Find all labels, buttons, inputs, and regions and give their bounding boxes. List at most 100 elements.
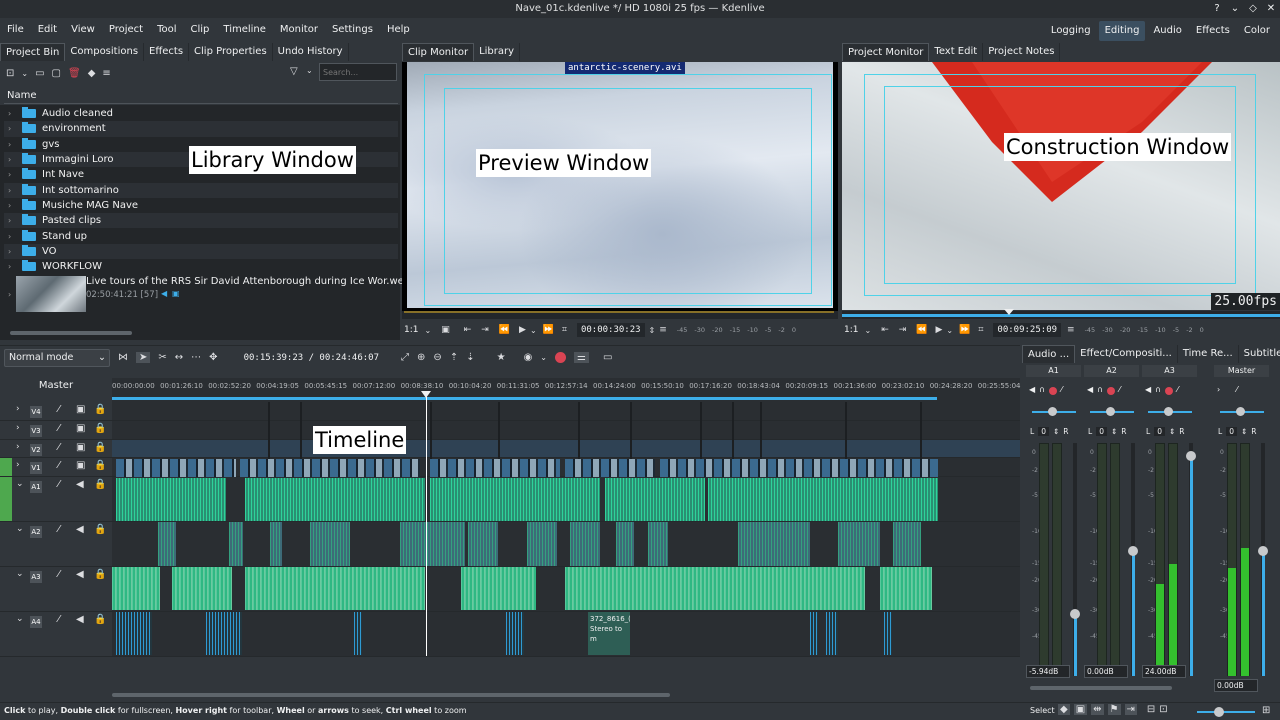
tab-time-remapping[interactable]: Time Re... bbox=[1178, 345, 1239, 363]
lock-icon[interactable]: 🔒 bbox=[94, 404, 106, 415]
bin-folder[interactable]: › WORKFLOW bbox=[4, 259, 398, 274]
menu-help[interactable]: Help bbox=[380, 19, 417, 41]
minimize-icon[interactable]: ⌄ bbox=[1226, 0, 1244, 18]
menu-view[interactable]: View bbox=[64, 19, 102, 41]
mute-icon[interactable]: ◀ bbox=[76, 614, 84, 625]
solo-icon[interactable]: ∩ bbox=[1155, 385, 1161, 395]
video-clip[interactable] bbox=[430, 459, 560, 477]
expand-icon[interactable]: › bbox=[8, 262, 11, 271]
video-edit-marker[interactable] bbox=[578, 402, 580, 459]
zone-icon[interactable]: ⌗ bbox=[978, 325, 983, 335]
expand-icon[interactable]: › bbox=[8, 232, 11, 241]
zoom-slider-handle[interactable] bbox=[1214, 707, 1224, 717]
expand-icon[interactable]: › bbox=[16, 404, 20, 414]
collapse-icon[interactable]: ⌄ bbox=[16, 569, 24, 579]
video-clip[interactable] bbox=[116, 459, 236, 477]
layout-logging[interactable]: Logging bbox=[1045, 21, 1097, 41]
effects-icon[interactable]: ⁄ bbox=[58, 569, 60, 580]
expand-icon[interactable]: › bbox=[8, 170, 11, 179]
tab-effect-composition[interactable]: Effect/Compositi... bbox=[1075, 345, 1178, 363]
lock-icon[interactable]: 🔒 bbox=[94, 614, 106, 625]
audio-clip[interactable] bbox=[468, 522, 498, 566]
lock-icon[interactable]: 🔒 bbox=[94, 479, 106, 490]
select-tool-icon[interactable]: ➤ bbox=[136, 352, 151, 363]
project-monitor-ruler[interactable] bbox=[842, 309, 1280, 319]
menu-icon[interactable]: ≡ bbox=[1067, 325, 1075, 335]
tab-clip-monitor[interactable]: Clip Monitor bbox=[402, 43, 475, 61]
playhead-marker[interactable] bbox=[421, 391, 431, 398]
menu-file[interactable]: File bbox=[0, 19, 31, 41]
audio-clip[interactable] bbox=[229, 522, 243, 566]
play-icon[interactable]: ▶ bbox=[936, 325, 943, 335]
audio-clip[interactable] bbox=[893, 522, 921, 566]
zoom-select[interactable]: 1:1 bbox=[404, 325, 418, 335]
video-edit-marker[interactable] bbox=[498, 402, 500, 459]
record-icon[interactable] bbox=[1107, 387, 1116, 395]
video-edit-marker[interactable] bbox=[845, 402, 847, 459]
audio-clip[interactable]: 372_8616_( Stereo to m bbox=[588, 612, 630, 655]
chevron-down-icon[interactable]: ⌄ bbox=[530, 326, 537, 335]
video-edit-marker[interactable] bbox=[760, 402, 762, 459]
audio-clip[interactable] bbox=[565, 567, 865, 610]
expand-icon[interactable]: › bbox=[1217, 385, 1220, 394]
bin-folder[interactable]: › Musiche MAG Nave bbox=[4, 198, 398, 213]
expand-icon[interactable]: › bbox=[8, 186, 11, 195]
zoom-fit-icon[interactable]: ⤢ bbox=[401, 352, 409, 363]
settings-icon[interactable]: ⁄ bbox=[1061, 385, 1062, 395]
video-edit-marker[interactable] bbox=[630, 402, 632, 459]
menu-project[interactable]: Project bbox=[102, 19, 150, 41]
timeline-ruler[interactable]: 00:00:00:00 00:01:26:10 00:02:52:20 00:04:1… bbox=[112, 378, 1021, 402]
chevron-down-icon[interactable]: ⌄ bbox=[306, 66, 313, 75]
layout-audio[interactable]: Audio bbox=[1147, 21, 1187, 41]
audio-clip[interactable] bbox=[616, 522, 634, 566]
spin-icon[interactable]: ⇕ bbox=[649, 326, 656, 335]
tab-text-edit[interactable]: Text Edit bbox=[929, 43, 984, 61]
menu-tool[interactable]: Tool bbox=[150, 19, 183, 41]
layout-editing[interactable]: Editing bbox=[1098, 21, 1146, 41]
razor-mode-icon[interactable]: ⋈ bbox=[118, 352, 128, 363]
pan-slider-handle[interactable] bbox=[1164, 407, 1173, 416]
lift-icon[interactable]: ⇡ bbox=[450, 352, 458, 363]
mute-icon[interactable]: ◀ bbox=[1087, 385, 1093, 395]
bin-folder[interactable]: › Int sottomarino bbox=[4, 182, 398, 198]
audio-clip[interactable] bbox=[116, 478, 226, 521]
bin-clip-item[interactable]: › Live tours of the RRS Sir David Attenb… bbox=[4, 274, 420, 314]
audio-clip[interactable] bbox=[172, 567, 232, 610]
mixer-icon[interactable]: ⚌ bbox=[574, 352, 589, 363]
chevron-down-icon[interactable]: ⌄ bbox=[21, 69, 28, 78]
folder-icon[interactable]: ▢ bbox=[52, 68, 61, 79]
audio-clip[interactable] bbox=[826, 612, 838, 655]
chevron-down-icon[interactable]: ⌄ bbox=[946, 326, 953, 335]
tab-project-bin[interactable]: Project Bin bbox=[0, 43, 66, 61]
help-icon[interactable]: ? bbox=[1208, 0, 1226, 18]
effects-icon[interactable]: ⁄ bbox=[58, 423, 60, 434]
bin-folder[interactable]: › VO bbox=[4, 243, 398, 259]
fit-icon[interactable]: ▣ bbox=[441, 325, 450, 335]
close-icon[interactable]: ✕ bbox=[1262, 0, 1280, 18]
effects-icon[interactable]: ⁄ bbox=[58, 524, 60, 535]
track-header[interactable]: ⌄ A1 ⁄ ◀ 🔒 bbox=[0, 477, 112, 522]
extract-icon[interactable]: ⇣ bbox=[466, 352, 474, 363]
solo-icon[interactable]: ∩ bbox=[1097, 385, 1103, 395]
track-header[interactable]: › V4 ⁄ ▣ 🔒 bbox=[0, 402, 112, 421]
audio-clip[interactable] bbox=[838, 522, 880, 566]
tab-audio-mixer[interactable]: Audio ... bbox=[1022, 345, 1076, 363]
playhead[interactable] bbox=[426, 394, 427, 656]
bin-scrollbar[interactable] bbox=[10, 331, 132, 335]
video-clip[interactable] bbox=[660, 459, 938, 477]
chevron-down-icon[interactable]: ⌄ bbox=[424, 326, 431, 335]
audio-clip[interactable] bbox=[648, 522, 668, 566]
track-lane[interactable] bbox=[112, 440, 1020, 458]
zoom-select[interactable]: 1:1 bbox=[844, 325, 858, 335]
audio-clip[interactable] bbox=[112, 567, 160, 610]
video-edit-marker[interactable] bbox=[732, 402, 734, 459]
effects-icon[interactable]: ⁄ bbox=[58, 460, 60, 471]
zoom-out-icon[interactable]: ⊟ bbox=[1147, 704, 1155, 715]
volume-db-input[interactable]: 24.00dB bbox=[1142, 665, 1186, 678]
expand-icon[interactable]: › bbox=[8, 124, 11, 133]
video-edit-marker[interactable] bbox=[268, 402, 270, 459]
menu-icon[interactable]: ≡ bbox=[102, 68, 110, 79]
menu-timeline[interactable]: Timeline bbox=[216, 19, 273, 41]
snap-icon[interactable]: ⇥ bbox=[1124, 704, 1137, 715]
collapse-icon[interactable]: ⌄ bbox=[16, 524, 24, 534]
